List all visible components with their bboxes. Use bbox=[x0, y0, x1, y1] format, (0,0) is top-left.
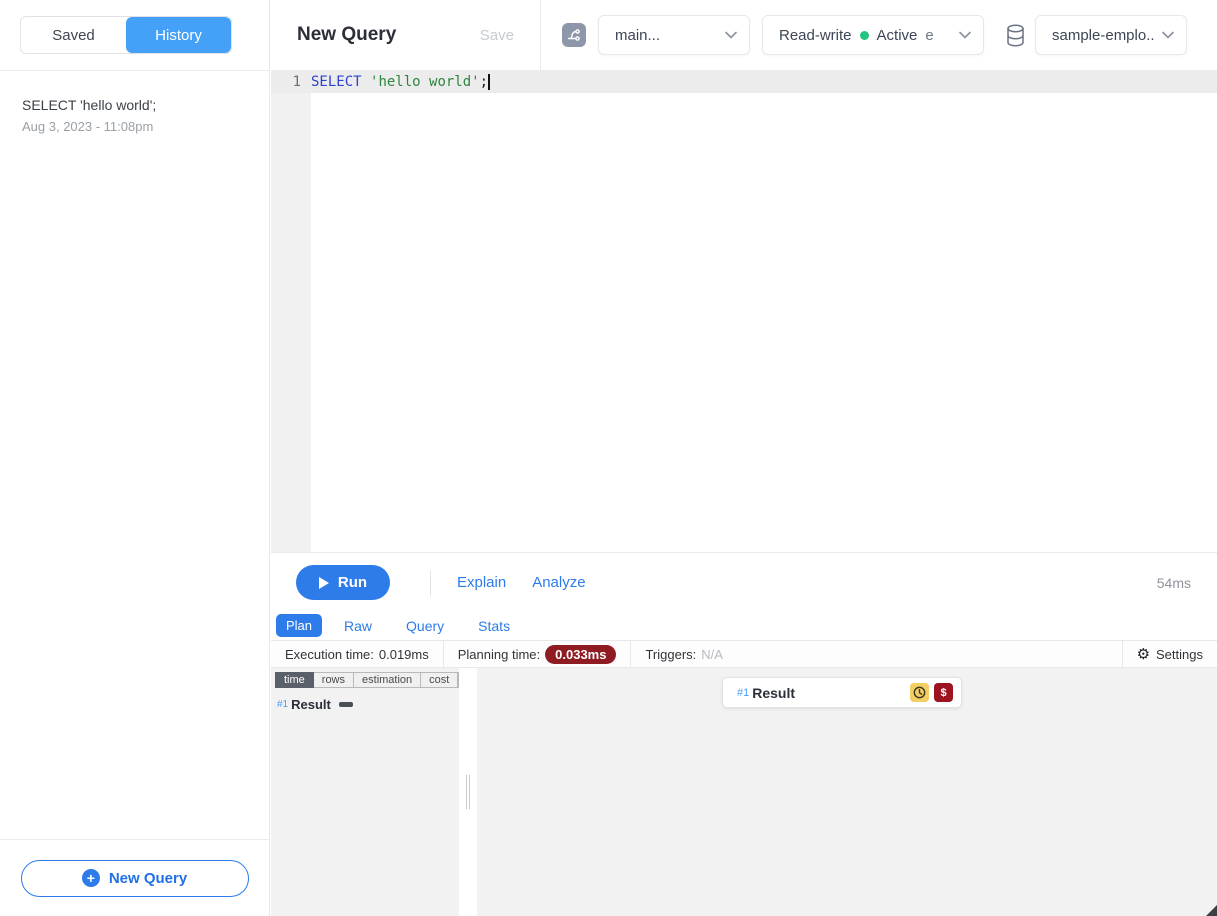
plan-node-id: #1 bbox=[277, 699, 288, 710]
tab-query[interactable]: Query bbox=[394, 615, 456, 637]
chevron-down-icon bbox=[959, 31, 971, 39]
sidebar-footer: + New Query bbox=[0, 839, 269, 916]
execution-time-label: Execution time: bbox=[285, 647, 374, 662]
plan-metric-tabs: time rows estimation cost bbox=[275, 672, 459, 688]
plan-stats-bar: Execution time: 0.019ms Planning time: 0… bbox=[271, 641, 1217, 668]
divider bbox=[430, 570, 431, 596]
connection-toolbar: main... Read-write Active e bbox=[542, 0, 1217, 70]
connection-mode-select[interactable]: Read-write Active e bbox=[762, 15, 984, 55]
time-bar bbox=[339, 702, 353, 707]
run-bar: Run Explain Analyze 54ms bbox=[271, 554, 1217, 611]
saved-history-toggle: Saved History bbox=[20, 16, 232, 54]
chevron-down-icon bbox=[725, 31, 737, 39]
connection-status-suffix: e bbox=[925, 27, 933, 44]
execution-time-value: 0.019ms bbox=[379, 647, 429, 662]
tab-history[interactable]: History bbox=[126, 17, 231, 53]
sidebar: Saved History SELECT 'hello world'; Aug … bbox=[0, 0, 270, 916]
branch-select[interactable]: main... bbox=[598, 15, 750, 55]
metric-tab-estimation[interactable]: estimation bbox=[354, 672, 421, 688]
plus-icon: + bbox=[82, 869, 100, 887]
history-list: SELECT 'hello world'; Aug 3, 2023 - 11:0… bbox=[0, 71, 269, 160]
gear-icon: ⚙ bbox=[1137, 647, 1150, 662]
editor-active-line[interactable]: 1 SELECT 'hello world'; bbox=[271, 70, 1217, 93]
branch-select-value: main... bbox=[615, 27, 717, 44]
play-icon bbox=[319, 577, 329, 589]
page-title: New Query bbox=[297, 24, 396, 46]
execution-time-stat: Execution time: 0.019ms bbox=[271, 641, 443, 667]
topbar: New Query Save main... Read- bbox=[271, 0, 1217, 70]
plan-tree-panel: time rows estimation cost #1 Result bbox=[271, 668, 459, 916]
plan-settings-button[interactable]: ⚙ Settings bbox=[1122, 641, 1217, 667]
planning-time-badge: 0.033ms bbox=[545, 645, 616, 664]
tab-stats[interactable]: Stats bbox=[466, 615, 522, 637]
sql-editor[interactable]: 1 SELECT 'hello world'; bbox=[271, 70, 1217, 553]
node-badges: $ bbox=[910, 683, 953, 702]
planning-time-stat: Planning time: 0.033ms bbox=[443, 641, 631, 667]
plan-node-name: Result bbox=[291, 697, 331, 712]
triggers-value: N/A bbox=[701, 647, 723, 662]
connection-mode-value: Read-write bbox=[779, 27, 852, 44]
metric-tab-cost[interactable]: cost bbox=[421, 672, 458, 688]
tab-raw[interactable]: Raw bbox=[332, 615, 384, 637]
database-select[interactable]: sample-emplo... bbox=[1035, 15, 1187, 55]
plan-visualizer: time rows estimation cost #1 Result #1 bbox=[271, 668, 1217, 916]
sidebar-header: Saved History bbox=[0, 0, 269, 71]
plan-tree-row[interactable]: #1 Result bbox=[275, 697, 459, 712]
chevron-down-icon bbox=[1162, 31, 1174, 39]
plan-node-name: Result bbox=[752, 685, 795, 701]
tab-plan[interactable]: Plan bbox=[276, 614, 322, 637]
query-title-area: New Query Save bbox=[271, 0, 541, 70]
line-number: 1 bbox=[271, 74, 311, 90]
history-timestamp: Aug 3, 2023 - 11:08pm bbox=[22, 119, 247, 134]
triggers-label: Triggers: bbox=[645, 647, 696, 662]
planning-time-label: Planning time: bbox=[458, 647, 540, 662]
active-status-dot-icon bbox=[860, 31, 869, 40]
plan-node-id: #1 bbox=[737, 687, 749, 699]
run-button[interactable]: Run bbox=[296, 565, 390, 600]
tab-saved[interactable]: Saved bbox=[21, 17, 126, 53]
app-window: Saved History SELECT 'hello world'; Aug … bbox=[0, 0, 1217, 916]
save-button[interactable]: Save bbox=[480, 27, 514, 44]
sql-keyword: SELECT bbox=[311, 74, 362, 90]
code-line: SELECT 'hello world'; bbox=[311, 74, 490, 90]
explain-button[interactable]: Explain bbox=[457, 574, 506, 591]
database-icon bbox=[1006, 24, 1025, 47]
drag-handle-icon bbox=[466, 775, 470, 809]
resize-corner-handle[interactable] bbox=[1206, 905, 1217, 916]
metric-tab-rows[interactable]: rows bbox=[314, 672, 354, 688]
result-tabs: Plan Raw Query Stats bbox=[271, 611, 1217, 641]
sql-string: 'hello world' bbox=[370, 74, 480, 90]
editor-gutter bbox=[271, 70, 311, 552]
plan-canvas[interactable]: #1 Result $ bbox=[477, 668, 1217, 916]
text-cursor bbox=[488, 74, 490, 90]
new-query-button[interactable]: + New Query bbox=[21, 860, 249, 897]
clock-icon bbox=[910, 683, 929, 702]
panel-splitter[interactable] bbox=[459, 668, 477, 916]
history-item[interactable]: SELECT 'hello world'; Aug 3, 2023 - 11:0… bbox=[0, 89, 269, 142]
triggers-stat: Triggers: N/A bbox=[630, 641, 736, 667]
database-select-value: sample-emplo... bbox=[1052, 27, 1154, 44]
sql-semicolon: ; bbox=[480, 74, 488, 90]
cost-dollar-icon: $ bbox=[934, 683, 953, 702]
run-label: Run bbox=[338, 574, 367, 591]
query-duration: 54ms bbox=[1157, 575, 1191, 591]
plan-node-card[interactable]: #1 Result $ bbox=[722, 677, 962, 708]
connection-status-value: Active bbox=[877, 27, 918, 44]
branch-icon[interactable] bbox=[562, 23, 586, 47]
history-query-text: SELECT 'hello world'; bbox=[22, 97, 247, 113]
settings-label: Settings bbox=[1156, 647, 1203, 662]
analyze-button[interactable]: Analyze bbox=[532, 574, 585, 591]
main-area: New Query Save main... Read- bbox=[271, 0, 1217, 916]
new-query-label: New Query bbox=[109, 870, 187, 887]
metric-tab-time[interactable]: time bbox=[275, 672, 314, 688]
